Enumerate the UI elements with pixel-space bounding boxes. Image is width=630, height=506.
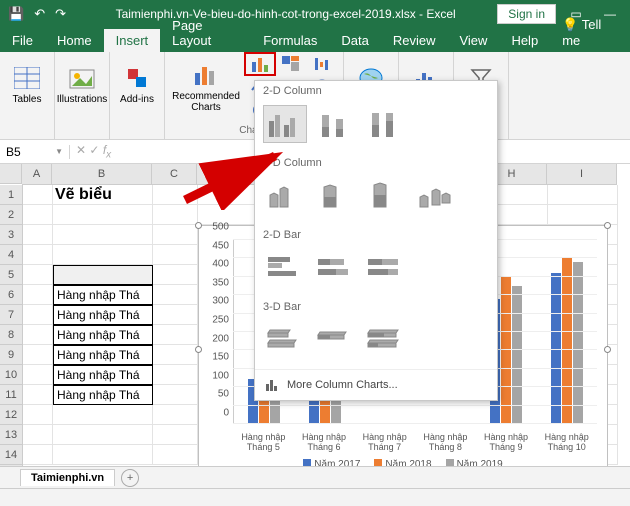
fx-icon[interactable]: fx: [103, 143, 111, 157]
3d-column-option[interactable]: [413, 177, 457, 215]
title-bar: 💾 ↶ ↷ Taimienphi.vn-Ve-bieu-do-hinh-cot-…: [0, 0, 630, 28]
redo-icon[interactable]: ↷: [55, 6, 66, 22]
tab-insert[interactable]: Insert: [104, 29, 161, 52]
tab-data[interactable]: Data: [329, 29, 380, 52]
undo-icon[interactable]: ↶: [34, 6, 45, 22]
row-header-6[interactable]: 6: [0, 285, 22, 305]
sign-in-button[interactable]: Sign in: [497, 4, 556, 24]
name-box[interactable]: B5▼: [0, 145, 70, 159]
document-title: Taimienphi.vn-Ve-bieu-do-hinh-cot-trong-…: [74, 7, 497, 21]
3d-stacked-bar-option[interactable]: [313, 321, 357, 359]
section-3d-column: 3-D Column: [255, 153, 497, 173]
section-2d-column: 2-D Column: [255, 81, 497, 101]
clustered-column-option[interactable]: [263, 105, 307, 143]
section-2d-bar: 2-D Bar: [255, 225, 497, 245]
tab-view[interactable]: View: [447, 29, 499, 52]
row-header-7[interactable]: 7: [0, 305, 22, 325]
row-header-10[interactable]: 10: [0, 365, 22, 385]
3d-clustered-bar-option[interactable]: [263, 321, 307, 359]
tab-formulas[interactable]: Formulas: [251, 29, 329, 52]
section-3d-bar: 3-D Bar: [255, 297, 497, 317]
hierarchy-chart-button[interactable]: [276, 53, 306, 75]
100-stacked-column-option[interactable]: [363, 105, 407, 143]
row-header-9[interactable]: 9: [0, 345, 22, 365]
clustered-bar-option[interactable]: [263, 249, 307, 287]
chart-y-axis: 050100150200250300350400450500: [199, 236, 231, 424]
100-stacked-bar-option[interactable]: [363, 249, 407, 287]
row-header-14[interactable]: 14: [0, 445, 22, 465]
save-icon[interactable]: 💾: [8, 6, 24, 22]
col-header-B[interactable]: B: [52, 164, 152, 184]
waterfall-chart-button[interactable]: [307, 53, 337, 75]
col-header-I[interactable]: I: [547, 164, 617, 184]
more-column-charts-link[interactable]: More Column Charts...: [255, 369, 497, 400]
row-header-12[interactable]: 12: [0, 405, 22, 425]
row-header-5[interactable]: 5: [0, 265, 22, 285]
chart-x-axis: Hàng nhập Tháng 5Hàng nhập Tháng 6Hàng n…: [233, 432, 597, 452]
tab-help[interactable]: Help: [499, 29, 550, 52]
annotation-arrow: [180, 150, 290, 213]
row-header-8[interactable]: 8: [0, 325, 22, 345]
3d-100-stacked-bar-option[interactable]: [363, 321, 407, 359]
3d-100-stacked-column-option[interactable]: [363, 177, 407, 215]
column-chart-dropdown: 2-D Column 3-D Column 2-D Bar 3-D Bar Mo…: [254, 80, 498, 401]
row-header-4[interactable]: 4: [0, 245, 22, 265]
sheet-tabs-bar: Taimienphi.vn +: [0, 466, 630, 488]
enter-icon[interactable]: ✓: [89, 143, 99, 157]
cancel-icon[interactable]: ✕: [76, 143, 86, 157]
tables-button[interactable]: Tables: [6, 54, 48, 114]
recommended-charts-button[interactable]: Recommended Charts: [171, 57, 241, 117]
tab-tell-me[interactable]: 💡 Tell me: [550, 13, 630, 52]
tab-page-layout[interactable]: Page Layout: [160, 14, 251, 52]
row-header-13[interactable]: 13: [0, 425, 22, 445]
column-chart-button[interactable]: [245, 53, 275, 75]
tab-review[interactable]: Review: [381, 29, 448, 52]
row-headers: 1234567891011121314: [0, 185, 23, 495]
row-header-11[interactable]: 11: [0, 385, 22, 405]
tab-file[interactable]: File: [0, 29, 45, 52]
3d-stacked-column-option[interactable]: [313, 177, 357, 215]
ribbon-tabs: File Home Insert Page Layout Formulas Da…: [0, 28, 630, 52]
illustrations-button[interactable]: Illustrations: [61, 54, 103, 114]
tab-home[interactable]: Home: [45, 29, 104, 52]
row-header-2[interactable]: 2: [0, 205, 22, 225]
col-header-A[interactable]: A: [22, 164, 52, 184]
row-header-3[interactable]: 3: [0, 225, 22, 245]
addins-button[interactable]: Add-ins: [116, 54, 158, 114]
select-all-corner[interactable]: [0, 164, 22, 184]
stacked-column-option[interactable]: [313, 105, 357, 143]
row-header-1[interactable]: 1: [0, 185, 22, 205]
sheet-tab[interactable]: Taimienphi.vn: [20, 469, 115, 486]
stacked-bar-option[interactable]: [313, 249, 357, 287]
status-bar: [0, 488, 630, 506]
new-sheet-button[interactable]: +: [121, 469, 139, 487]
